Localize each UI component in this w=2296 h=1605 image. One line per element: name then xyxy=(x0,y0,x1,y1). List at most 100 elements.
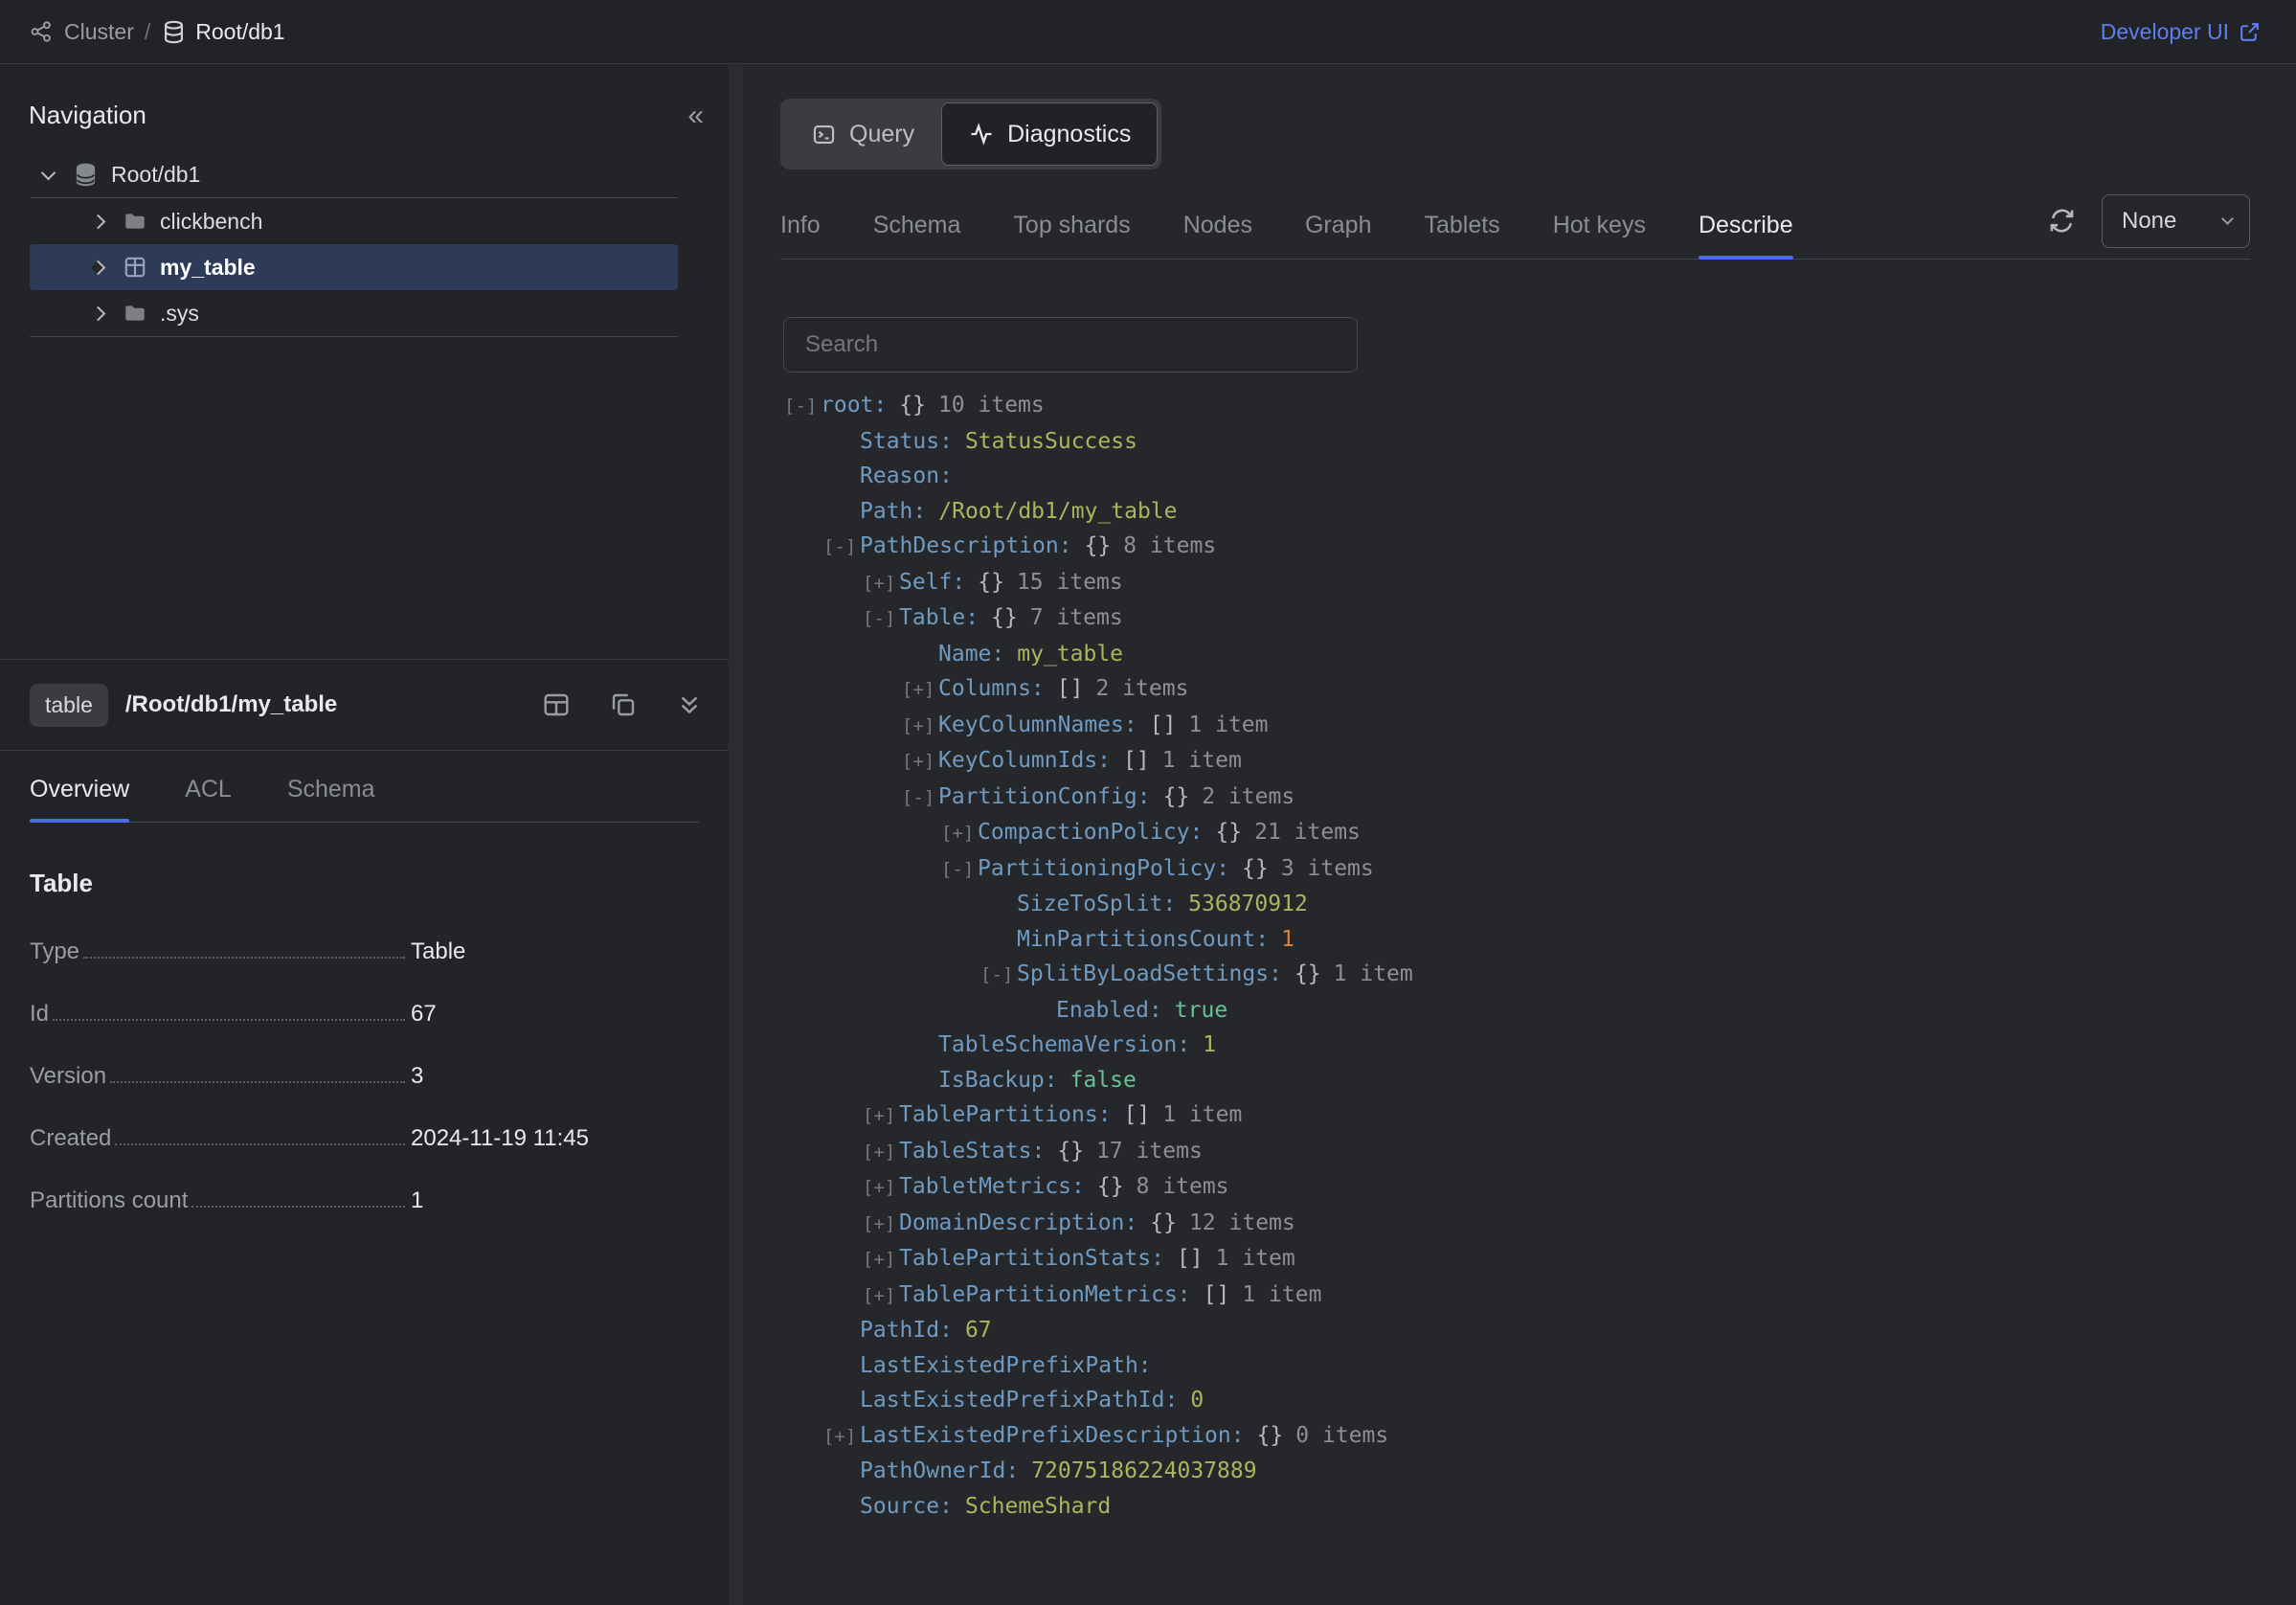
json-items-count: 17 items xyxy=(1096,1139,1203,1164)
collapse-panel-button[interactable]: « xyxy=(687,102,704,130)
json-bracket: {} xyxy=(978,570,1004,595)
chevron-right-icon[interactable] xyxy=(91,305,106,321)
json-bracket: {} xyxy=(1085,533,1112,558)
chevron-right-icon[interactable] xyxy=(91,260,106,275)
collapse-node-icon[interactable]: [-] xyxy=(784,389,821,424)
autorefresh-select[interactable]: None xyxy=(2102,194,2250,248)
tab-acl[interactable]: ACL xyxy=(185,751,232,822)
developer-ui-link[interactable]: Developer UI xyxy=(2101,19,2262,45)
chevron-down-icon[interactable] xyxy=(41,165,56,180)
expand-node-icon[interactable]: [+] xyxy=(863,1278,899,1314)
json-key: Source: xyxy=(860,1494,953,1519)
tab-describe[interactable]: Describe xyxy=(1699,189,1793,259)
expand-node-icon[interactable]: [+] xyxy=(863,1135,899,1170)
json-key: TablePartitionMetrics: xyxy=(899,1282,1191,1307)
tree-item--sys[interactable]: .sys xyxy=(30,290,678,336)
json-items-count: 2 items xyxy=(1202,784,1294,809)
tab-tablets[interactable]: Tablets xyxy=(1424,189,1499,259)
expand-node-icon[interactable]: [+] xyxy=(863,566,899,601)
json-items-count: 1 item xyxy=(1162,1102,1242,1127)
cluster-icon xyxy=(29,19,54,44)
collapse-node-icon[interactable]: [-] xyxy=(823,530,860,565)
expand-node-icon[interactable]: [+] xyxy=(902,672,938,708)
expand-node-icon[interactable]: [+] xyxy=(902,744,938,780)
tree-item-root-db1[interactable]: Root/db1 xyxy=(30,151,678,197)
terminal-icon xyxy=(811,122,837,147)
expand-node-icon[interactable]: [+] xyxy=(823,1419,860,1455)
json-value: 1 xyxy=(1203,1032,1216,1057)
expand-panel-icon[interactable] xyxy=(675,690,704,719)
tab-info[interactable]: Info xyxy=(780,189,821,259)
navigation-panel: Navigation « Root/db1clickbench my_table.… xyxy=(0,64,729,659)
collapse-node-icon[interactable]: [-] xyxy=(980,958,1017,993)
autorefresh-value: None xyxy=(2122,208,2176,235)
panel-splitter[interactable] xyxy=(729,64,742,1605)
describe-tree-line: [+]TabletMetrics:{}8 items xyxy=(780,1169,2296,1206)
describe-tree-line: Source:SchemeShard xyxy=(780,1489,2296,1525)
describe-tree-line: SizeToSplit:536870912 xyxy=(780,887,2296,922)
refresh-icon[interactable] xyxy=(2047,206,2077,236)
collapse-node-icon[interactable]: [-] xyxy=(902,780,938,816)
describe-tree-line: [+]KeyColumnIds:[]1 item xyxy=(780,743,2296,780)
table-icon xyxy=(123,255,147,280)
search-input[interactable] xyxy=(783,317,1358,373)
pulse-icon xyxy=(968,121,995,147)
json-bracket: {} xyxy=(1242,856,1269,881)
tab-graph[interactable]: Graph xyxy=(1305,189,1371,259)
tab-schema[interactable]: Schema xyxy=(287,751,375,822)
describe-tree-line: [-]SplitByLoadSettings:{}1 item xyxy=(780,957,2296,993)
describe-tree-line: LastExistedPrefixPathId:0 xyxy=(780,1383,2296,1418)
tree-item-clickbench[interactable]: clickbench xyxy=(30,198,678,244)
navigation-title: Navigation xyxy=(29,101,146,130)
expand-node-icon[interactable]: [+] xyxy=(863,1098,899,1134)
json-key: TableSchemaVersion: xyxy=(938,1032,1190,1057)
json-key: Name: xyxy=(938,642,1004,667)
describe-tree-line: [+]CompactionPolicy:{}21 items xyxy=(780,815,2296,851)
expand-node-icon[interactable]: [+] xyxy=(863,1170,899,1206)
tab-hot-keys[interactable]: Hot keys xyxy=(1553,189,1646,259)
json-items-count: 2 items xyxy=(1095,676,1188,701)
expand-node-icon[interactable]: [+] xyxy=(902,709,938,744)
collapse-node-icon[interactable]: [-] xyxy=(863,601,899,637)
database-icon xyxy=(161,19,187,45)
json-bracket: {} xyxy=(991,605,1018,630)
json-items-count: 8 items xyxy=(1137,1174,1229,1199)
describe-tree-line: TableSchemaVersion: 1 xyxy=(780,1028,2296,1063)
json-key: KeyColumnIds: xyxy=(938,748,1111,773)
json-key: Columns: xyxy=(938,676,1045,701)
section-title: Table xyxy=(30,869,700,898)
describe-tree-line: MinPartitionsCount:1 xyxy=(780,922,2296,958)
tab-overview[interactable]: Overview xyxy=(30,751,129,822)
breadcrumb-entity-label: Root/db1 xyxy=(195,19,284,45)
info-row-version: Version3 xyxy=(30,1063,700,1090)
json-value: 67 xyxy=(965,1318,992,1343)
json-key: Path: xyxy=(860,499,926,524)
tab-schema[interactable]: Schema xyxy=(873,189,961,259)
json-bracket: [] xyxy=(1204,1282,1230,1307)
tab-top-shards[interactable]: Top shards xyxy=(1013,189,1130,259)
tree-item-label: my_table xyxy=(160,255,256,281)
expand-node-icon[interactable]: [+] xyxy=(863,1207,899,1242)
json-items-count: 8 items xyxy=(1123,533,1216,558)
mode-query[interactable]: Query xyxy=(784,102,941,166)
describe-tree-line: [+]Columns:[]2 items xyxy=(780,671,2296,708)
mode-diagnostics-label: Diagnostics xyxy=(1007,121,1131,148)
info-value: 67 xyxy=(411,1001,700,1028)
breadcrumb-cluster[interactable]: Cluster xyxy=(64,19,134,45)
describe-tree-line: Reason: xyxy=(780,459,2296,494)
table-preview-icon[interactable] xyxy=(541,689,572,720)
collapse-node-icon[interactable]: [-] xyxy=(941,852,978,888)
copy-icon[interactable] xyxy=(608,689,639,720)
expand-node-icon[interactable]: [+] xyxy=(941,816,978,851)
chevron-right-icon[interactable] xyxy=(91,214,106,229)
tab-nodes[interactable]: Nodes xyxy=(1183,189,1252,259)
expand-node-icon[interactable]: [+] xyxy=(863,1242,899,1277)
mode-diagnostics[interactable]: Diagnostics xyxy=(941,102,1158,166)
json-items-count: 1 item xyxy=(1216,1246,1295,1271)
json-key: Status: xyxy=(860,429,953,454)
main-panel: Query Diagnostics Info Schema Top shards No… xyxy=(742,64,2296,1605)
tree-item-my-table[interactable]: my_table xyxy=(30,244,678,290)
describe-tree-line: Path:/Root/db1/my_table xyxy=(780,494,2296,530)
json-bracket: {} xyxy=(1163,784,1190,809)
tree-item-label: .sys xyxy=(160,301,199,327)
